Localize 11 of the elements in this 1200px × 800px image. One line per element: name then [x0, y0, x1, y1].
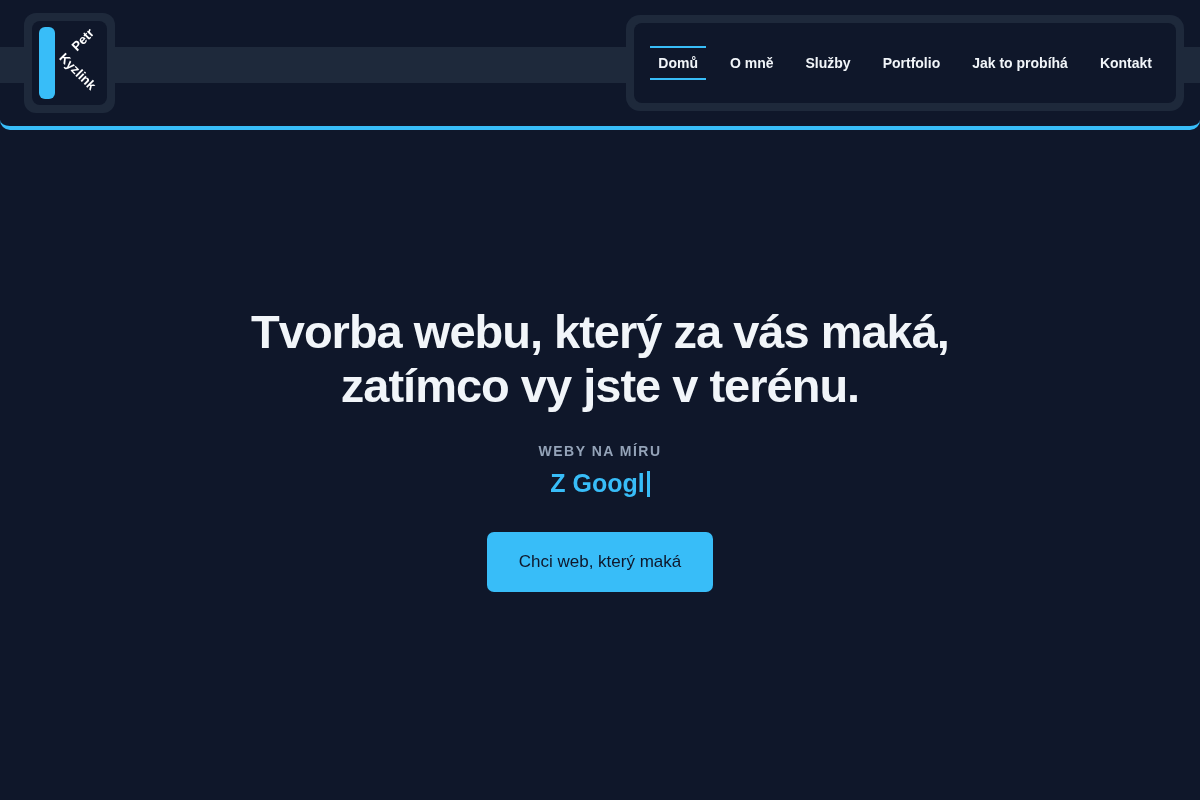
- cta-button[interactable]: Chci web, který maká: [486, 532, 714, 593]
- nav-link[interactable]: Služby: [797, 46, 859, 80]
- typed-text: Z Googl: [550, 469, 645, 499]
- eyebrow-text: WEBY NA MÍRU: [538, 443, 662, 460]
- logo-first-name: Petr: [69, 25, 97, 54]
- nav-link[interactable]: Jak to probíhá: [964, 46, 1076, 80]
- nav-link[interactable]: Kontakt: [1091, 46, 1160, 80]
- nav-link[interactable]: Portfolio: [874, 46, 949, 80]
- nav-link[interactable]: O mně: [721, 46, 782, 80]
- nav-link[interactable]: Domů: [650, 46, 706, 80]
- hero-title: Tvorba webu, který za vás maká, zatímco vy jste v terénu.: [251, 305, 949, 414]
